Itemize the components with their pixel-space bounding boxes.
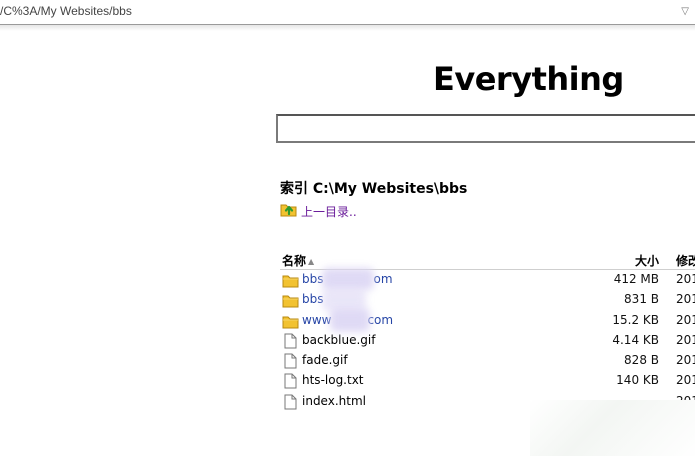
row-size: 831 B [624,292,659,307]
address-url[interactable]: /C%3A/My Websites/bbs [0,4,132,18]
row-modified: 201 [676,373,695,388]
file-icon [282,333,299,349]
folder-up-icon [280,201,298,221]
address-bar[interactable]: /C%3A/My Websites/bbs ▽ [0,0,695,25]
row-modified: 201 [676,292,695,307]
column-header-modified[interactable]: 修改 [676,252,695,269]
table-row[interactable]: backblue.gif 4.14 KB 201 [280,331,695,351]
column-header-name-label[interactable]: 名称 [282,254,306,268]
row-modified: 201 [676,272,695,286]
page-logo-title: Everything [433,60,624,98]
search-input[interactable] [276,114,695,143]
row-name-link[interactable]: fade.gif [302,353,348,367]
row-modified: 201 [676,332,695,347]
row-size: 140 KB [616,373,659,388]
row-modified: 201 [676,353,695,368]
page-title: 索引 C:\My Websites\bbs [280,181,468,197]
parent-directory-link[interactable]: 上一目录.. [280,202,357,220]
sort-ascending-icon[interactable]: ▲ [308,257,314,266]
table-row[interactable]: fade.gif 828 B 201 [280,351,695,371]
parent-directory-label[interactable]: 上一目录.. [301,203,357,220]
row-name-link[interactable]: hts-log.txt [302,373,364,387]
row-size: 412 MB [613,272,659,286]
row-size: 4.14 KB [612,332,659,347]
toolbar-divider [0,25,695,31]
folder-icon [282,272,299,288]
folder-icon [282,313,299,329]
row-name-link[interactable]: bbs [302,292,324,306]
file-icon [282,373,299,389]
file-icon [282,353,299,369]
table-row[interactable]: hts-log.txt 140 KB 201 [280,371,695,391]
redaction-mask [330,308,370,332]
redaction-mask [322,268,374,290]
column-header-name[interactable]: 名称 ▲ [282,252,314,269]
chevron-down-icon[interactable]: ▽ [681,6,689,17]
row-modified: 201 [676,312,695,327]
background-smudge [530,400,695,456]
table-header: 名称 ▲ 大小 修改 [280,250,695,270]
file-icon [282,394,299,410]
row-name-link[interactable]: backblue.gif [302,333,375,347]
row-size: 828 B [624,353,659,368]
folder-icon [282,292,299,308]
column-header-size[interactable]: 大小 [635,252,659,269]
row-size: 15.2 KB [612,312,659,327]
row-name-link[interactable]: index.html [302,394,366,408]
